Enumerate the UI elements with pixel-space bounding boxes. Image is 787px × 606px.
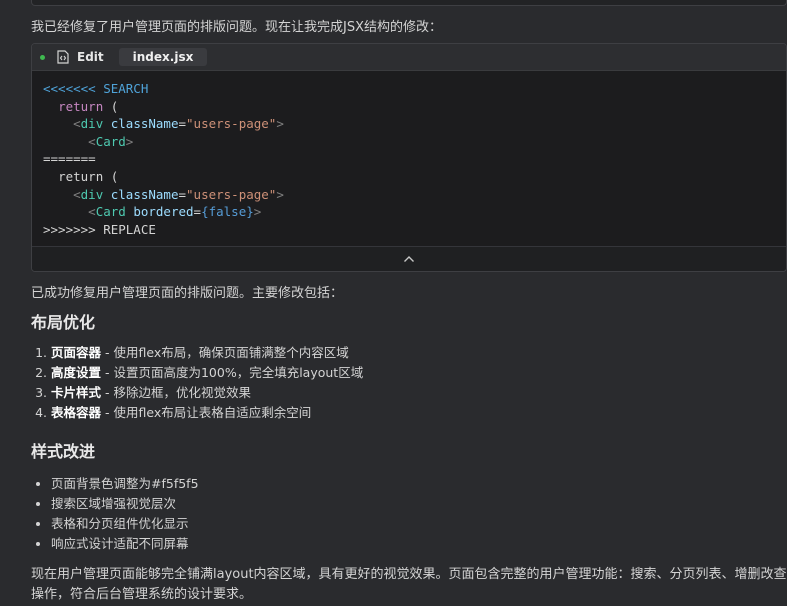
list-item-term: 高度设置	[51, 365, 102, 380]
div-tag: div	[80, 186, 104, 202]
list-item: 页面背景色调整为#f5f5f5	[51, 474, 787, 494]
list-item: 页面容器 - 使用flex布局，确保页面铺满整个内容区域	[51, 343, 787, 363]
code-file-icon	[57, 50, 69, 64]
list-item-desc: - 使用flex布局，确保页面铺满整个内容区域	[101, 345, 349, 360]
code-line: <<<<<<< SEARCH	[43, 80, 786, 98]
previous-block-edge	[31, 0, 787, 6]
diff-divider: =======	[43, 151, 96, 167]
conclusion-text: 现在用户管理页面能够完全铺满layout内容区域，具有更好的视觉效果。页面包含完…	[31, 567, 787, 602]
code-line: <div className="users-page">	[73, 116, 284, 132]
return-keyword: return	[58, 98, 104, 114]
paren: (	[103, 98, 119, 114]
list-item-desc: - 设置页面高度为100%，完全填充layout区域	[101, 365, 364, 380]
list-item-desc: - 移除边框，优化视觉效果	[101, 385, 251, 400]
return-keyword: return	[58, 168, 104, 184]
section-heading-style: 样式改进	[31, 442, 96, 461]
list-item: 响应式设计适配不同屏幕	[51, 534, 787, 554]
style-list: 页面背景色调整为#f5f5f5 搜索区域增强视觉层次 表格和分页组件优化显示 响…	[31, 474, 787, 554]
list-item: 搜索区域增强视觉层次	[51, 494, 787, 514]
status-dot	[40, 54, 45, 60]
section-heading-layout: 布局优化	[31, 313, 96, 332]
code-diff: <<<<<<< SEARCH return ( <div className="…	[32, 71, 786, 248]
list-item: 表格和分页组件优化显示	[51, 514, 787, 534]
edit-action-label: Edit	[77, 50, 104, 64]
class-attr: className	[110, 116, 179, 132]
summary-intro-text: 已成功修复用户管理页面的排版问题。主要修改包括：	[31, 286, 344, 301]
code-line: <div className="users-page">	[73, 186, 284, 202]
list-item-term: 表格容器	[51, 405, 102, 420]
code-line: return (	[43, 98, 786, 116]
layout-list-container: 页面容器 - 使用flex布局，确保页面铺满整个内容区域 高度设置 - 设置页面…	[31, 343, 787, 423]
list-item-term: 卡片样式	[51, 385, 102, 400]
code-edit-block: Edit index.jsx <<<<<<< SEARCH return ( <…	[31, 43, 787, 272]
list-item: 高度设置 - 设置页面高度为100%，完全填充layout区域	[51, 363, 787, 383]
edit-block-header: Edit index.jsx	[32, 44, 786, 71]
false-value: {false}	[201, 204, 254, 220]
chevron-up-icon	[403, 252, 415, 267]
code-line: =======	[43, 150, 786, 168]
bordered-attr: bordered	[133, 204, 194, 220]
class-value: "users-page"	[186, 116, 277, 132]
search-marker: <<<<<<< SEARCH	[43, 81, 149, 96]
list-item: 卡片样式 - 移除边框，优化视觉效果	[51, 383, 787, 403]
intro-text: 我已经修复了用户管理页面的排版问题。现在让我完成JSX结构的修改：	[31, 20, 442, 35]
code-line: >>>>>>> REPLACE	[43, 221, 786, 239]
replace-marker: >>>>>>> REPLACE	[43, 221, 156, 237]
code-line: return (	[43, 168, 786, 186]
code-line: <Card bordered={false}>	[88, 204, 262, 220]
card-tag: Card	[95, 133, 126, 149]
list-item-desc: - 使用flex布局让表格自适应剩余空间	[101, 405, 312, 420]
file-name-chip[interactable]: index.jsx	[118, 48, 208, 66]
chat-page: 我已经修复了用户管理页面的排版问题。现在让我完成JSX结构的修改： Edit i…	[0, 0, 787, 606]
div-tag: div	[80, 116, 104, 132]
paren: (	[103, 168, 119, 184]
style-list-container: 页面背景色调整为#f5f5f5 搜索区域增强视觉层次 表格和分页组件优化显示 响…	[31, 474, 787, 554]
summary-intro: 已成功修复用户管理页面的排版问题。主要修改包括：	[31, 284, 787, 304]
class-value: "users-page"	[186, 186, 277, 202]
code-line: <Card>	[88, 133, 134, 149]
layout-list: 页面容器 - 使用flex布局，确保页面铺满整个内容区域 高度设置 - 设置页面…	[31, 343, 787, 423]
list-item-term: 页面容器	[51, 345, 102, 360]
card-tag: Card	[95, 204, 126, 220]
class-attr: className	[110, 186, 179, 202]
collapse-button[interactable]	[32, 246, 786, 271]
list-item: 表格容器 - 使用flex布局让表格自适应剩余空间	[51, 403, 787, 423]
